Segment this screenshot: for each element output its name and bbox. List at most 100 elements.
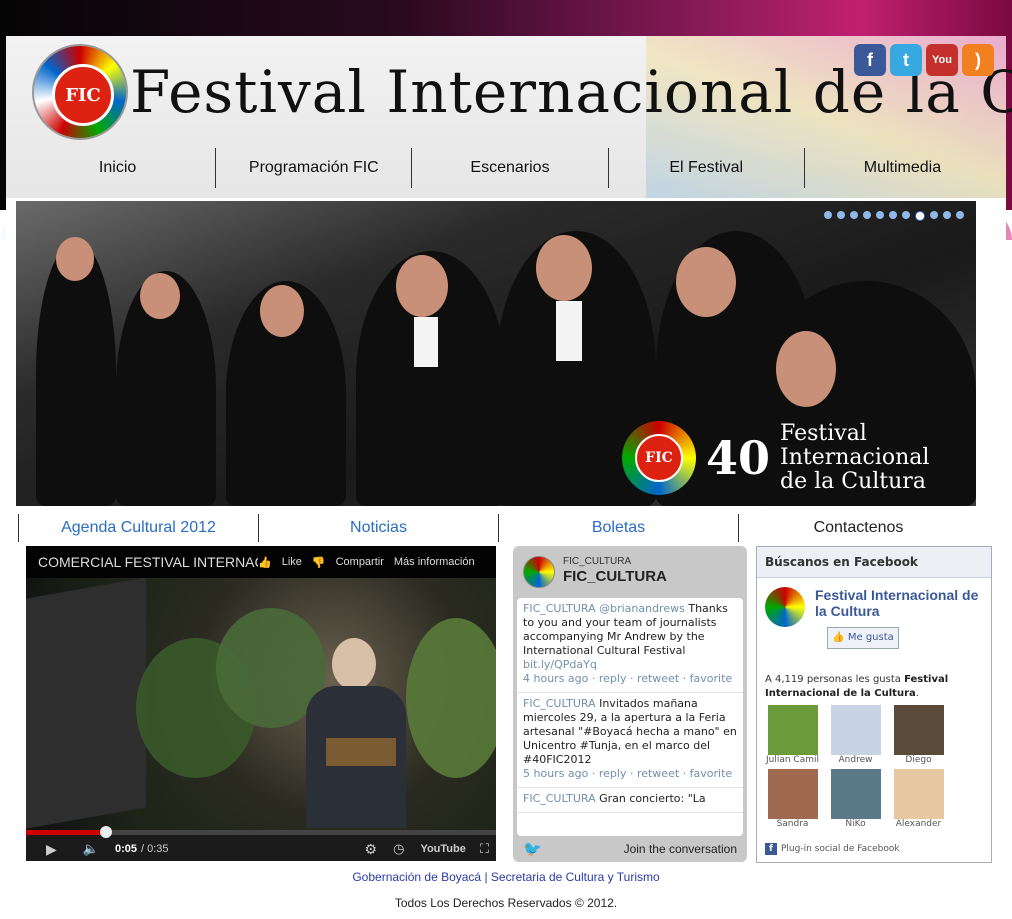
video-progress-knob[interactable] [99,826,112,838]
subnav-item-3[interactable]: Boletas [498,514,738,542]
friend-avatar[interactable] [830,769,881,819]
hero-anniversary-text: Festival Internacional de la Cultura [780,421,930,494]
youtube-icon[interactable]: You [926,44,958,76]
tweet[interactable]: FIC_CULTURA Gran concierto: "La [517,788,743,813]
tweet-list[interactable]: FIC_CULTURA @brianandrews Thanks to you … [517,598,743,836]
friend-avatar[interactable] [767,705,818,755]
tweet[interactable]: FIC_CULTURA Invitados mañana miercoles 2… [517,693,743,788]
subnav-item-1[interactable]: Agenda Cultural 2012 [18,514,258,542]
youtube-video-player[interactable]: COMERCIAL FESTIVAL INTERNACIONAL 👍 Like … [26,546,496,861]
tweet-user[interactable]: FIC_CULTURA [523,602,596,615]
subnav-item-2[interactable]: Noticias [258,514,498,542]
slider-dot[interactable] [850,211,858,219]
tweet[interactable]: FIC_CULTURA @brianandrews Thanks to you … [517,598,743,693]
video-progress-bar[interactable] [26,826,496,838]
like-thumb-icon: 👍 [832,632,845,643]
settings-icon[interactable]: ⚙ [365,841,378,858]
twitter-icon[interactable]: t [890,44,922,76]
tweet-user[interactable]: FIC_CULTURA [523,697,596,710]
video-actions: 👍 Like 👎 Compartir Más información [258,556,475,569]
facebook-like-count: A 4,119 personas les gusta Festival Inte… [765,674,949,699]
facebook-friend[interactable]: Julian Camil [765,705,820,765]
video-controls-row: ▶ 🔈 0:05 / 0:35 ⚙ ◷ YouTube ⛶ [26,838,496,860]
nav-item-3[interactable]: Escenarios [412,148,609,188]
secondary-nav: Agenda Cultural 2012 Noticias Boletas Conta… [18,514,978,542]
slider-dot[interactable] [863,211,871,219]
footer-separator: | [484,870,488,884]
friend-name: Alexander [895,819,942,829]
video-progress-fill [26,830,106,835]
friend-avatar[interactable] [893,769,944,819]
slider-dot[interactable] [824,211,832,219]
facebook-friend[interactable]: Sandra [765,769,820,829]
plugin-note-text[interactable]: Plug-in social de Facebook [781,844,900,854]
slider-dot[interactable] [956,211,964,219]
nav-item-1[interactable]: Inicio [20,148,217,188]
facebook-page: Festival Internacional de la Cultura 👍 M… [765,587,985,649]
twitter-handle-small[interactable]: FIC_CULTURA [563,556,631,567]
facebook-page-name[interactable]: Festival Internacional de la Cultura [815,587,985,619]
fullscreen-icon[interactable]: ⛶ [480,841,489,857]
watch-later-icon[interactable]: ◷ [393,841,404,857]
tweet-mention[interactable]: @brianandrews [599,602,685,615]
facebook-like-box: Búscanos en Facebook Festival Internacio… [756,546,992,863]
share-label[interactable]: Compartir [336,556,384,568]
tweet-meta[interactable]: 5 hours ago · reply · retweet · favorite [523,767,737,781]
slider-dot[interactable] [943,211,951,219]
facebook-page-avatar[interactable] [765,587,805,627]
hero-slider[interactable]: FIC 40 Festival Internacional de la Cult… [16,201,976,506]
time-current: 0:05 [114,843,137,855]
twitter-handle[interactable]: FIC_CULTURA [563,568,667,585]
fic-logo-seal[interactable]: FIC [32,44,128,140]
main-nav: Inicio Programación FIC Escenarios El Festi… [20,148,1000,188]
video-scene-plant [406,618,496,778]
friend-avatar[interactable] [830,705,881,755]
facebook-like-button[interactable]: 👍 Me gusta [827,627,899,649]
thumbs-down-icon[interactable]: 👎 [312,556,326,569]
more-info-label[interactable]: Más información [394,556,475,568]
slider-dot[interactable] [837,211,845,219]
facebook-small-icon: f [765,843,777,855]
volume-icon[interactable]: 🔈 [83,841,99,857]
facebook-friend[interactable]: NiKo [828,769,883,829]
slider-dot[interactable] [930,211,938,219]
footer-link-secretaria[interactable]: Secretaria de Cultura y Turismo [491,870,660,884]
like-label[interactable]: Like [282,556,302,568]
facebook-friend[interactable]: Alexander [891,769,946,829]
subnav-item-4[interactable]: Contactenos [738,514,978,542]
nav-item-5[interactable]: Multimedia [805,148,1000,188]
footer-copyright: Todos Los Derechos Reservados © 2012. [394,896,618,910]
friend-name: Andrew [838,755,873,765]
slider-dot[interactable] [902,211,910,219]
nav-item-2[interactable]: Programación FIC [216,148,413,188]
youtube-logo[interactable]: YouTube [420,843,465,855]
play-icon[interactable]: ▶ [46,841,57,858]
twitter-bird-icon[interactable]: 🐦 [523,840,542,858]
join-conversation-link[interactable]: Join the conversation [624,842,737,856]
facebook-icon[interactable]: f [854,44,886,76]
twitter-avatar[interactable] [523,556,555,588]
video-frame[interactable] [26,577,496,830]
slider-dot[interactable] [889,211,897,219]
tweet-link[interactable]: bit.ly/QPdaYq [523,658,597,671]
video-person-head [332,638,376,690]
friend-avatar[interactable] [893,705,944,755]
slider-dot[interactable] [915,211,925,221]
thumbs-up-icon[interactable]: 👍 [258,556,272,569]
footer-link-gobernacion[interactable]: Gobernación de Boyacá [352,870,481,884]
facebook-friend[interactable]: Andrew [828,705,883,765]
slider-dot[interactable] [876,211,884,219]
hero-photo-face [536,235,592,301]
hero-badge: FIC 40 Festival Internacional de la Cult… [622,421,950,495]
video-title[interactable]: COMERCIAL FESTIVAL INTERNACIONAL [26,554,258,570]
hero-photo-face [56,237,94,281]
friend-avatar[interactable] [767,769,818,819]
nav-item-4[interactable]: El Festival [609,148,805,188]
tweet-user[interactable]: FIC_CULTURA [523,792,596,805]
facebook-friend[interactable]: Diego [891,705,946,765]
twitter-footer: 🐦 Join the conversation [513,836,747,862]
video-person-book [326,738,396,766]
hero-seal-text: FIC [635,434,683,482]
rss-icon[interactable]: ) [962,44,994,76]
tweet-meta[interactable]: 4 hours ago · reply · retweet · favorite [523,672,737,686]
